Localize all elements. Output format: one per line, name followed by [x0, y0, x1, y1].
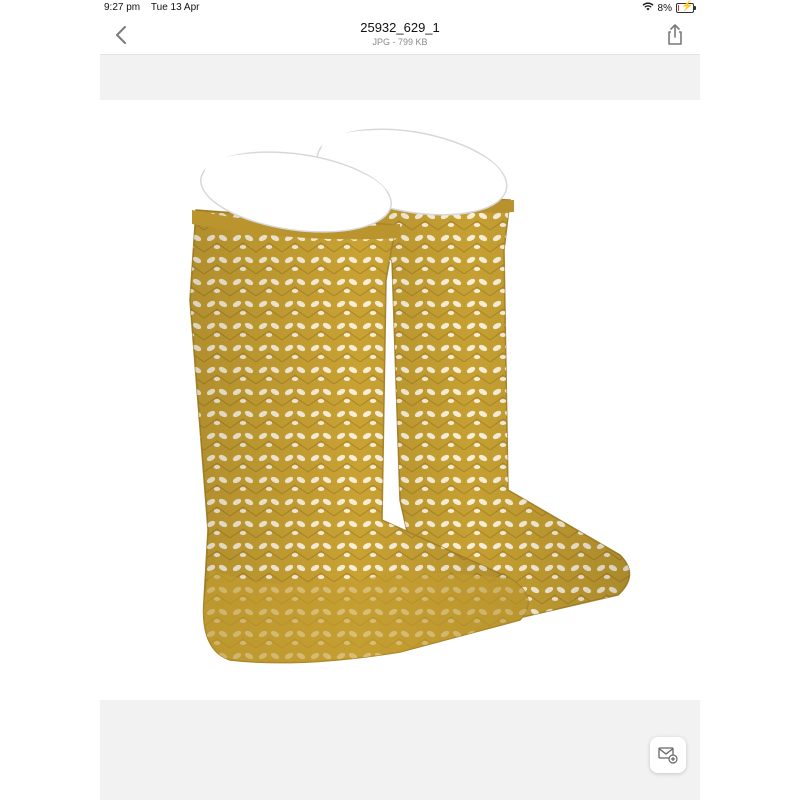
preview-background-bottom: [100, 700, 700, 800]
socks-photo: [189, 128, 631, 664]
status-right: 8% ⚡: [642, 1, 696, 14]
nav-bar: 25932_629_1 JPG - 799 KB: [100, 16, 700, 55]
share-button[interactable]: [664, 23, 686, 47]
wifi-icon: [642, 2, 654, 14]
battery-percent: 8%: [657, 2, 672, 14]
mail-compose-icon: [658, 747, 678, 764]
file-preview-screen: 9:27 pm Tue 13 Apr 8% ⚡ 25932_629_1 JPG …: [100, 0, 700, 800]
markup-button[interactable]: [650, 737, 686, 773]
file-name: 25932_629_1: [360, 20, 440, 35]
image-preview[interactable]: [100, 100, 700, 700]
status-bar: 9:27 pm Tue 13 Apr 8% ⚡: [100, 0, 700, 16]
status-time: 9:27 pm: [104, 2, 141, 13]
preview-background-top: [100, 55, 700, 100]
charging-bolt-icon: ⚡: [681, 1, 694, 12]
file-info: JPG - 799 KB: [372, 37, 428, 47]
nav-title-group: 25932_629_1 JPG - 799 KB: [100, 20, 700, 48]
share-icon: [668, 24, 682, 45]
battery-level-fill: [678, 5, 679, 11]
status-left: 9:27 pm Tue 13 Apr: [104, 2, 199, 13]
battery-icon: ⚡: [676, 1, 696, 13]
status-date: Tue 13 Apr: [150, 2, 200, 13]
